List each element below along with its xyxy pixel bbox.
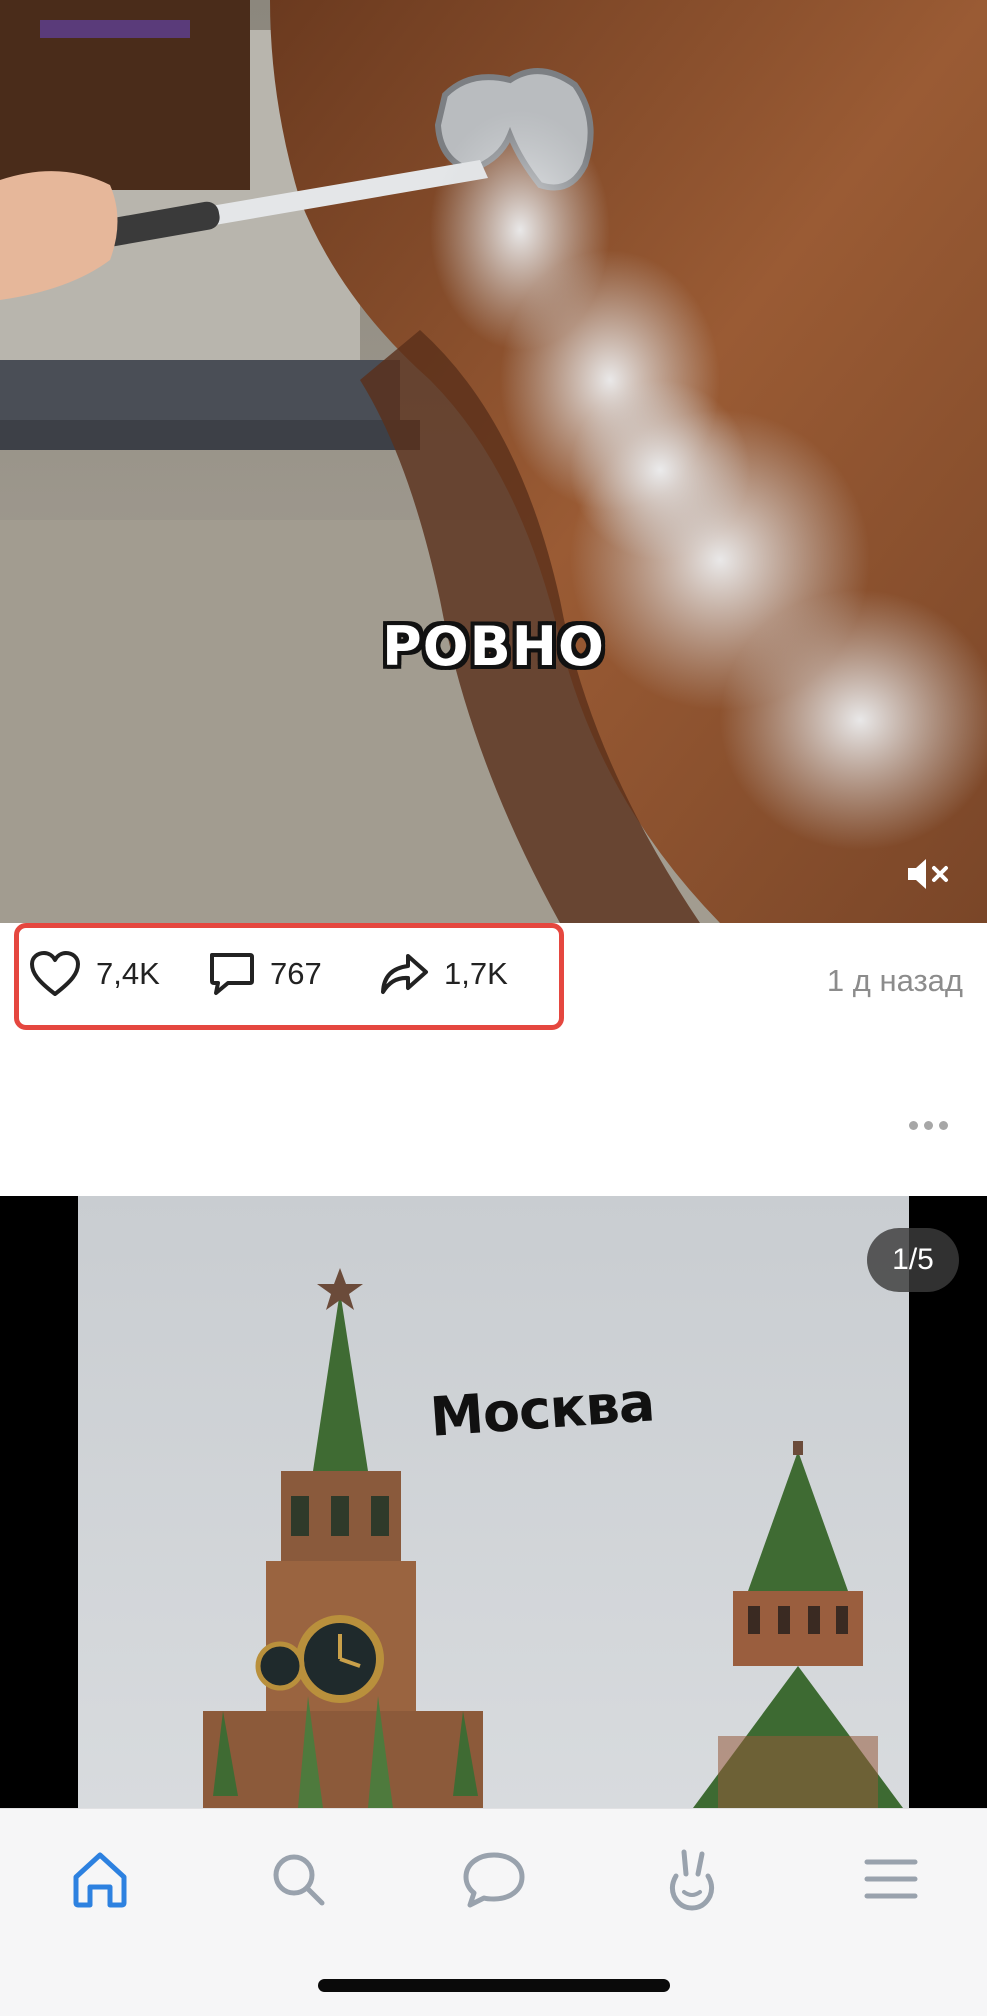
share-arrow-icon [381, 954, 428, 994]
comment-count: 767 [270, 956, 322, 991]
home-indicator-bar[interactable] [318, 1979, 670, 1992]
video-player[interactable]: РОВНО [0, 0, 987, 923]
like-button[interactable]: 7,4K [28, 949, 160, 999]
search-icon [273, 1854, 325, 1906]
photo-carousel[interactable]: Москва 1/5 [0, 1196, 987, 1808]
chat-bubble-icon [463, 1852, 525, 1908]
comment-button[interactable]: 767 [206, 949, 322, 999]
app-screen: РОВНО 7,4K 767 1,7K 1 д назад Москва 1/5 [0, 0, 987, 2016]
speaker-muted-icon [908, 859, 948, 889]
mute-button[interactable] [900, 852, 956, 896]
video-frame [0, 0, 987, 923]
nav-clips[interactable] [652, 1839, 732, 1919]
post-action-bar: 7,4K 767 1,7K 1 д назад [0, 923, 987, 1030]
nav-home[interactable] [60, 1839, 140, 1919]
heart-icon [30, 951, 80, 996]
share-button[interactable]: 1,7K [378, 949, 508, 999]
video-subtitle: РОВНО [382, 615, 605, 678]
hamburger-icon [864, 1859, 918, 1899]
like-count: 7,4K [96, 956, 160, 991]
nav-messages[interactable] [454, 1839, 534, 1919]
nav-menu[interactable] [851, 1839, 931, 1919]
bunny-icon [669, 1849, 715, 1911]
home-icon [73, 1852, 127, 1908]
carousel-page-indicator: 1/5 [867, 1228, 959, 1292]
more-dots-icon [908, 1120, 918, 1130]
share-count: 1,7K [444, 956, 508, 991]
kremlin-photo [78, 1196, 909, 1808]
comment-bubble-icon [210, 953, 254, 995]
post-more-button[interactable] [898, 1110, 958, 1140]
nav-search[interactable] [258, 1839, 338, 1919]
post-timestamp: 1 д назад [826, 963, 963, 998]
